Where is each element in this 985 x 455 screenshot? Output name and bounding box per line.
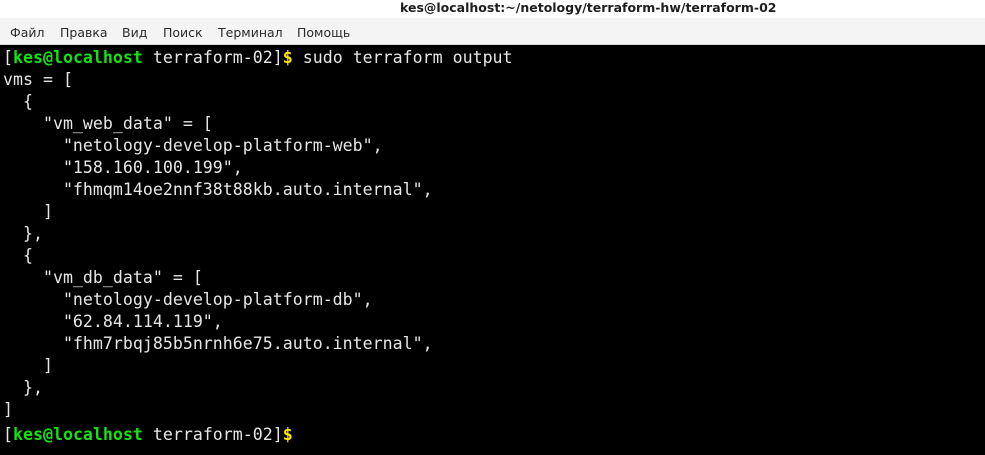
- output-line: "fhmqm14oe2nnf38t88kb.auto.internal",: [3, 180, 433, 199]
- terminal-cursor: [292, 421, 303, 440]
- prompt-line: [kes@localhost terraform-02]$: [3, 421, 985, 444]
- terminal-output-area[interactable]: [kes@localhost terraform-02]$ sudo terra…: [0, 45, 985, 455]
- prompt-directory: terraform-02: [142, 425, 273, 444]
- output-line: {: [3, 92, 33, 111]
- output-line: "158.160.100.199",: [3, 158, 243, 177]
- command-text: sudo terraform output: [292, 48, 513, 67]
- menu-search[interactable]: Поиск: [163, 25, 203, 40]
- prompt-close-bracket: ]: [272, 48, 283, 67]
- output-line: },: [3, 378, 43, 397]
- menu-bar: Файл Правка Вид Поиск Терминал Помощь: [0, 18, 985, 45]
- prompt-close-bracket: ]: [272, 425, 283, 444]
- prompt-userhost: kes@localhost: [13, 425, 143, 444]
- prompt-userhost: kes@localhost: [13, 48, 143, 67]
- prompt-directory: terraform-02: [142, 48, 273, 67]
- menu-view[interactable]: Вид: [122, 25, 147, 40]
- prompt-open-bracket: [: [3, 48, 13, 67]
- prompt-dollar: $: [282, 425, 293, 444]
- output-line: ]: [3, 356, 53, 375]
- prompt-open-bracket: [: [3, 425, 13, 444]
- output-line: {: [3, 246, 33, 265]
- output-line: ]: [3, 202, 53, 221]
- menu-terminal[interactable]: Терминал: [218, 25, 283, 40]
- output-line: "vm_web_data" = [: [3, 114, 213, 133]
- title-bar: kes@localhost:~/netology/terraform-hw/te…: [0, 0, 985, 18]
- output-line: "62.84.114.119",: [3, 312, 223, 331]
- output-line: ]: [3, 400, 13, 419]
- output-line: "vm_db_data" = [: [3, 268, 203, 287]
- menu-help[interactable]: Помощь: [297, 25, 350, 40]
- output-line: },: [3, 224, 43, 243]
- prompt-dollar: $: [282, 48, 293, 67]
- window-title: kes@localhost:~/netology/terraform-hw/te…: [400, 0, 777, 15]
- menu-edit[interactable]: Правка: [60, 25, 108, 40]
- output-line: "fhm7rbqj85b5nrnh6e75.auto.internal",: [3, 334, 433, 353]
- prompt-line: [kes@localhost terraform-02]$ sudo terra…: [3, 47, 985, 69]
- menu-file[interactable]: Файл: [10, 25, 45, 40]
- output-line: "netology-develop-platform-db",: [3, 290, 373, 309]
- terminal-window: kes@localhost:~/netology/terraform-hw/te…: [0, 0, 985, 455]
- output-line: vms = [: [3, 70, 73, 89]
- output-line: "netology-develop-platform-web",: [3, 136, 383, 155]
